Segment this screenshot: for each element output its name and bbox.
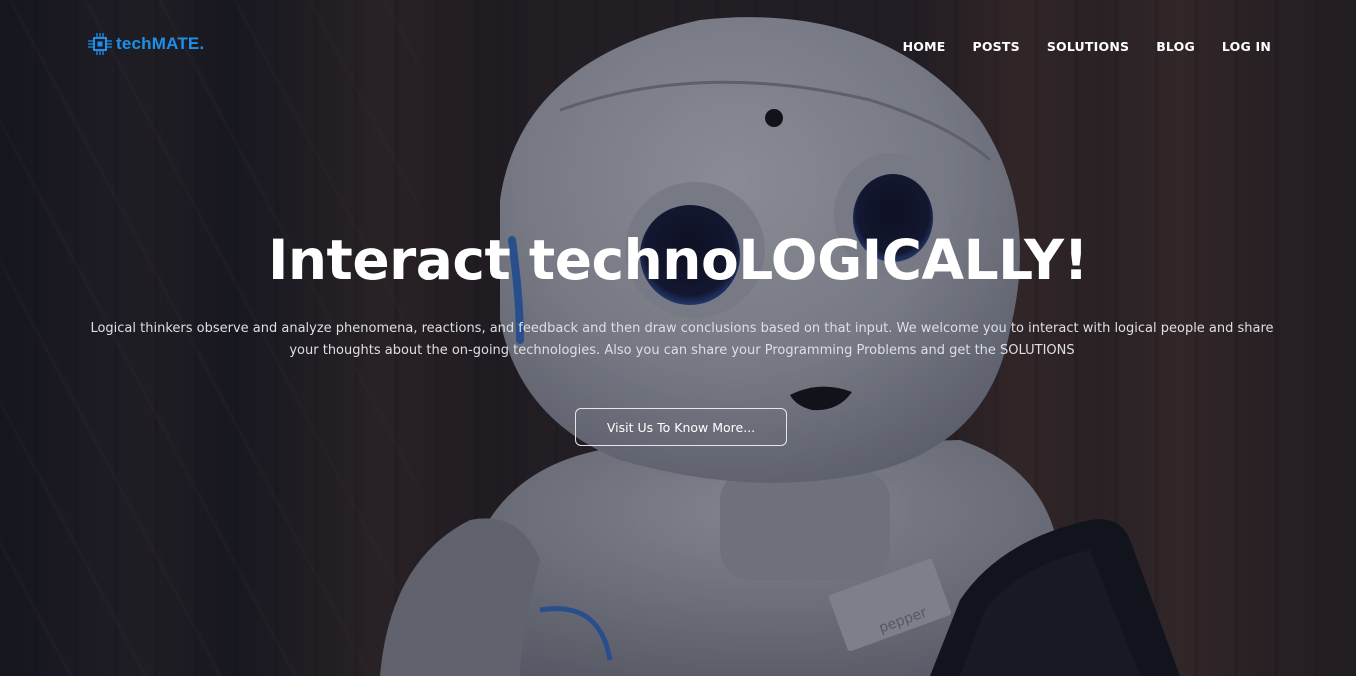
nav-item-home[interactable]: HOME	[903, 39, 946, 54]
brand-logo[interactable]: techMATE.	[86, 32, 204, 56]
nav-item-posts[interactable]: POSTS	[972, 39, 1019, 54]
navbar: techMATE. HOME POSTS SOLUTIONS BLOG LOG …	[0, 0, 1356, 92]
nav-item-solutions[interactable]: SOLUTIONS	[1047, 39, 1129, 54]
circuit-chip-icon	[88, 33, 112, 55]
hero-section: pepper techMATE. HOME POSTS SOLUTIONS BL…	[0, 0, 1356, 676]
nav-item-blog[interactable]: BLOG	[1156, 39, 1195, 54]
brand-name: techMATE.	[116, 34, 205, 53]
nav-menu: HOME POSTS SOLUTIONS BLOG LOG IN	[903, 38, 1271, 56]
visit-us-button[interactable]: Visit Us To Know More...	[575, 408, 787, 446]
hero-headline: Interact technoLOGICALLY!	[267, 228, 1089, 292]
hero-description: Logical thinkers observe and analyze phe…	[90, 321, 1274, 358]
nav-item-login[interactable]: LOG IN	[1222, 39, 1271, 54]
